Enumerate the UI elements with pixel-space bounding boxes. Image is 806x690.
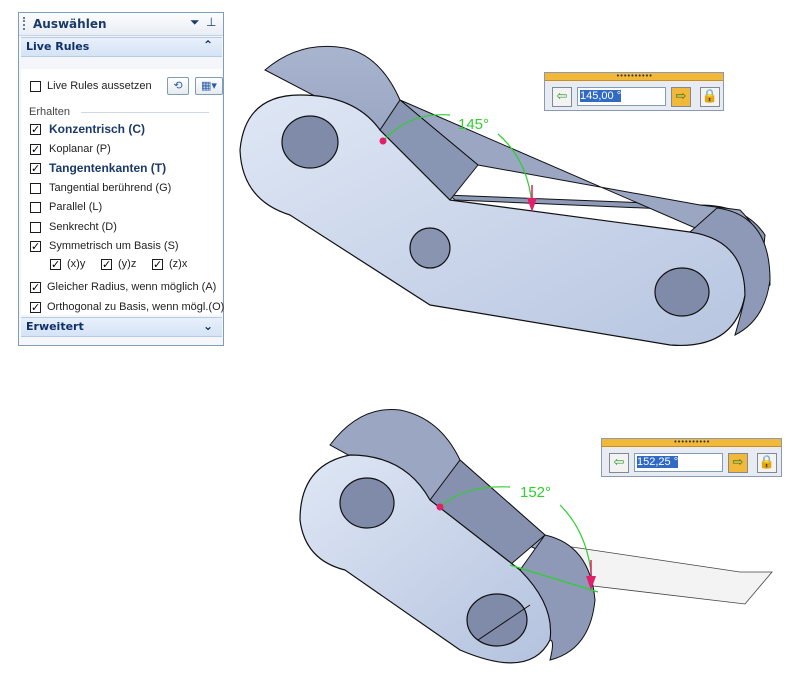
live-rules-header-label: Live Rules (26, 40, 90, 53)
angle-input[interactable]: 152,25 ° (634, 453, 723, 472)
suspend-label: Live Rules aussetzen (47, 80, 152, 92)
reset-icon[interactable]: ⟲ (167, 77, 189, 95)
rule-label-perpendicular: Senkrecht (D) (49, 221, 117, 233)
axis-checkbox-yz[interactable]: ✓ (101, 259, 112, 270)
advanced-header-label: Erweitert (26, 320, 84, 333)
arrow-right-icon[interactable]: ⇨ (728, 453, 748, 473)
live-rules-panel: Auswählen ⏷ ⊥ Live Rules ⌃ Live Rules au… (18, 12, 224, 346)
rule-checkbox-coplanar[interactable]: ✓ (30, 144, 41, 155)
axis-label-xy: (x)y (67, 258, 86, 270)
angle-label-bottom: 152° (520, 484, 552, 501)
axis-checkbox-zx[interactable]: ✓ (152, 259, 163, 270)
hole-left (281, 115, 339, 169)
pivot-dot-top (379, 137, 387, 145)
equal-radius-checkbox[interactable]: ✓ (30, 282, 41, 293)
keep-divider (81, 112, 209, 113)
grip-icon[interactable] (23, 17, 27, 30)
arrow-left-icon[interactable]: ⇦ (552, 87, 572, 107)
angle-input-dialog-top[interactable]: •••••••••• ⇦ 145,00 ° ⇨ 🔒 (544, 72, 724, 111)
orthogonal-checkbox[interactable]: ✓ (30, 302, 41, 313)
lock-icon[interactable]: 🔒 (757, 453, 777, 473)
pivot-dot-bottom (436, 503, 444, 511)
suspend-checkbox[interactable] (30, 81, 41, 92)
angle-input[interactable]: 145,00 ° (577, 87, 666, 106)
live-rules-section-header[interactable]: Live Rules ⌃ (21, 37, 222, 57)
rule-label-tangent-touch: Tangential berührend (G) (49, 182, 172, 194)
axis-label-yz: (y)z (118, 258, 137, 270)
arrow-left-icon[interactable]: ⇦ (609, 453, 629, 473)
orthogonal-label: Orthogonal zu Basis, wenn mögl.(O) (47, 301, 225, 313)
angle-input-value: 145,00 ° (580, 90, 622, 102)
panel-title-bar: Auswählen ⏷ ⊥ (19, 13, 223, 36)
arrow-right-icon[interactable]: ⇨ (671, 87, 691, 107)
rule-checkbox-perpendicular[interactable] (30, 222, 41, 233)
axis-checkbox-xy[interactable]: ✓ (50, 259, 61, 270)
rule-checkbox-tangent-edges[interactable]: ✓ (30, 163, 41, 174)
angle-label-top: 145° (458, 116, 490, 133)
dialog-grip-dots: •••••••••• (615, 72, 653, 80)
rule-label-symmetric: Symmetrisch um Basis (S) (49, 240, 179, 252)
rule-label-concentric: Konzentrisch (C) (49, 122, 145, 136)
rule-checkbox-concentric[interactable]: ✓ (30, 124, 41, 135)
panel-title: Auswählen (33, 17, 107, 31)
live-rules-body: Live Rules aussetzen ⟲ ▦▾ Erhalten ✓ Kon… (21, 69, 225, 315)
expand-chevron-icon[interactable]: ⌄ (203, 319, 213, 333)
hole-middle (409, 227, 451, 269)
advanced-section-header[interactable]: Erweitert ⌄ (21, 317, 222, 337)
pin-icon[interactable]: ⊥ (206, 15, 216, 29)
axis-label-zx: (z)x (169, 258, 188, 270)
rule-checkbox-symmetric[interactable]: ✓ (30, 241, 41, 252)
rule-checkbox-parallel[interactable] (30, 202, 41, 213)
rule-label-coplanar: Koplanar (P) (49, 143, 111, 155)
rule-label-tangent-edges: Tangentenkanten (T) (49, 161, 167, 175)
dialog2-grip-bar[interactable]: •••••••••• (602, 439, 781, 447)
keep-label: Erhalten (29, 106, 70, 118)
dialog2-grip-dots: •••••••••• (673, 438, 710, 446)
rules-options-icon[interactable]: ▦▾ (195, 77, 223, 95)
collapse-chevron-icon[interactable]: ⌃ (203, 38, 213, 52)
hole2-right (466, 593, 528, 647)
angle-input-value: 152,25 ° (637, 456, 679, 468)
hole-right (654, 267, 710, 317)
equal-radius-label: Gleicher Radius, wenn möglich (A) (47, 281, 217, 293)
chevron-down-icon[interactable]: ⏷ (190, 15, 200, 30)
rule-checkbox-tangent-touch[interactable] (30, 183, 41, 194)
hole2-left (339, 477, 395, 529)
angle-input-dialog-bottom[interactable]: •••••••••• ⇦ 152,25 ° ⇨ 🔒 (601, 438, 782, 477)
rule-label-parallel: Parallel (L) (49, 201, 103, 213)
lock-icon[interactable]: 🔒 (700, 87, 720, 107)
dialog-grip-bar[interactable]: •••••••••• (545, 73, 723, 81)
